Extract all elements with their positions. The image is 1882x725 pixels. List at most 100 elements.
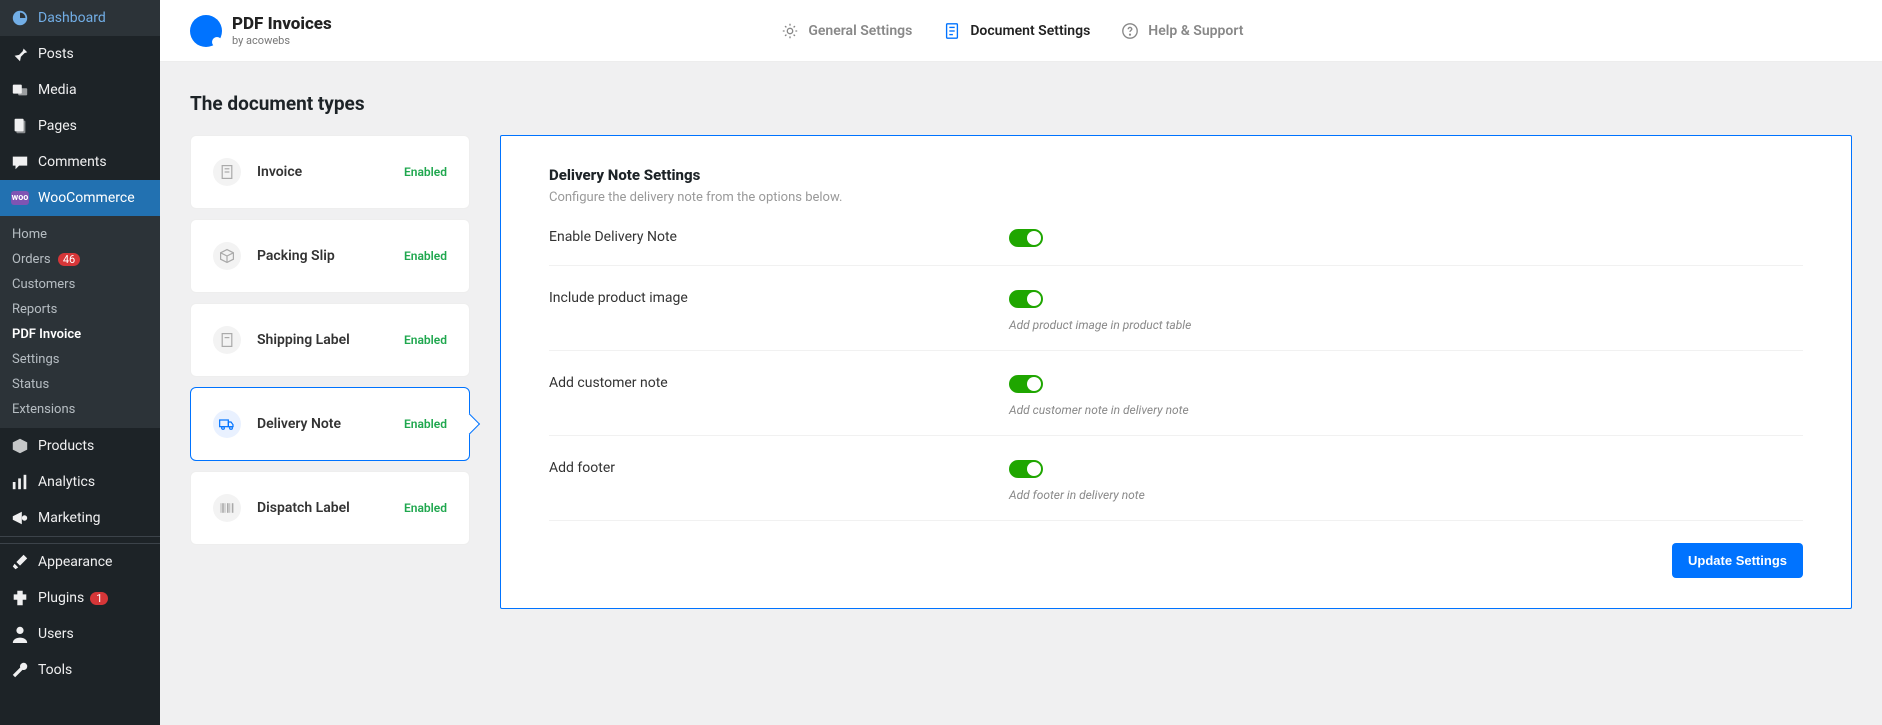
- submenu-item-home[interactable]: Home: [0, 222, 160, 247]
- sidebar-item-media[interactable]: Media: [0, 72, 160, 108]
- media-icon: [10, 80, 30, 100]
- sidebar-item-users[interactable]: Users: [0, 616, 160, 652]
- user-icon: [10, 624, 30, 644]
- dashboard-icon: [10, 8, 30, 28]
- brand: PDF Invoices by acowebs: [190, 14, 332, 47]
- brand-text: PDF Invoices by acowebs: [232, 14, 332, 47]
- sidebar-item-woocommerce[interactable]: woo WooCommerce: [0, 180, 160, 216]
- content: The document types Invoice Enabled Packi…: [160, 62, 1882, 639]
- submenu-item-orders[interactable]: Orders 46: [0, 247, 160, 272]
- gear-icon: [780, 21, 800, 41]
- doctype-list: Invoice Enabled Packing Slip Enabled Shi…: [190, 135, 470, 609]
- submenu-item-settings[interactable]: Settings: [0, 347, 160, 372]
- sidebar-item-analytics[interactable]: Analytics: [0, 464, 160, 500]
- doctype-status: Enabled: [404, 249, 447, 263]
- toggle-add-customer-note[interactable]: [1009, 375, 1043, 393]
- sidebar-item-posts[interactable]: Posts: [0, 36, 160, 72]
- setting-helper: Add product image in product table: [1009, 318, 1191, 332]
- help-icon: [1120, 21, 1140, 41]
- toggle-add-footer[interactable]: [1009, 460, 1043, 478]
- setting-control: Add customer note in delivery note: [1009, 375, 1189, 417]
- comments-icon: [10, 152, 30, 172]
- woocommerce-submenu: Home Orders 46 Customers Reports PDF Inv…: [0, 216, 160, 428]
- sidebar-item-label: WooCommerce: [38, 190, 135, 206]
- panel-title: Delivery Note Settings: [549, 166, 1803, 184]
- label-icon: [213, 326, 241, 354]
- setting-row-footer: Add footer Add footer in delivery note: [549, 436, 1803, 521]
- plugin-icon: [10, 588, 30, 608]
- setting-helper: Add footer in delivery note: [1009, 488, 1145, 502]
- toggle-enable-delivery-note[interactable]: [1009, 229, 1043, 247]
- analytics-icon: [10, 472, 30, 492]
- topbar: PDF Invoices by acowebs General Settings…: [160, 0, 1882, 62]
- submenu-item-reports[interactable]: Reports: [0, 297, 160, 322]
- sidebar-item-label: Pages: [38, 118, 77, 134]
- setting-row-enable: Enable Delivery Note: [549, 205, 1803, 266]
- submenu-item-pdf-invoice[interactable]: PDF Invoice: [0, 322, 160, 347]
- doctype-name: Packing Slip: [257, 248, 388, 264]
- setting-helper: Add customer note in delivery note: [1009, 403, 1189, 417]
- truck-icon: [213, 410, 241, 438]
- brand-title: PDF Invoices: [232, 14, 332, 34]
- tab-general-settings[interactable]: General Settings: [780, 21, 912, 41]
- setting-label: Add footer: [549, 460, 1009, 476]
- doctype-status: Enabled: [404, 165, 447, 179]
- pages-icon: [10, 116, 30, 136]
- submenu-item-extensions[interactable]: Extensions: [0, 397, 160, 422]
- sidebar-item-label: Products: [38, 438, 94, 454]
- setting-label: Include product image: [549, 290, 1009, 306]
- sidebar-item-label: Posts: [38, 46, 74, 62]
- sidebar-item-label: Comments: [38, 154, 107, 170]
- tab-label: General Settings: [808, 23, 912, 39]
- panel-description: Configure the delivery note from the opt…: [549, 190, 1803, 205]
- doctype-name: Delivery Note: [257, 416, 388, 432]
- barcode-icon: [213, 494, 241, 522]
- sidebar-item-label: Tools: [38, 662, 72, 678]
- plugins-badge: 1: [90, 592, 108, 605]
- toggle-include-product-image[interactable]: [1009, 290, 1043, 308]
- doctype-card-delivery-note[interactable]: Delivery Note Enabled: [190, 387, 470, 461]
- sidebar-item-comments[interactable]: Comments: [0, 144, 160, 180]
- doctype-name: Dispatch Label: [257, 500, 388, 516]
- sidebar-item-plugins[interactable]: Plugins 1: [0, 580, 160, 616]
- sidebar-item-products[interactable]: Products: [0, 428, 160, 464]
- tab-help-support[interactable]: Help & Support: [1120, 21, 1243, 41]
- setting-row-product-image: Include product image Add product image …: [549, 266, 1803, 351]
- doctype-card-invoice[interactable]: Invoice Enabled: [190, 135, 470, 209]
- setting-label: Add customer note: [549, 375, 1009, 391]
- sidebar-item-appearance[interactable]: Appearance: [0, 544, 160, 580]
- submenu-item-status[interactable]: Status: [0, 372, 160, 397]
- settings-panel: Delivery Note Settings Configure the del…: [500, 135, 1852, 609]
- page-heading: The document types: [190, 92, 1852, 115]
- woocommerce-icon: woo: [10, 188, 30, 208]
- wrench-icon: [10, 660, 30, 680]
- sidebar-item-marketing[interactable]: Marketing: [0, 500, 160, 536]
- doctype-status: Enabled: [404, 501, 447, 515]
- sidebar-item-label: Marketing: [38, 510, 101, 526]
- sidebar-item-label: Dashboard: [38, 10, 106, 26]
- top-tabs: General Settings Document Settings Help …: [780, 21, 1243, 41]
- products-icon: [10, 436, 30, 456]
- sidebar-item-pages[interactable]: Pages: [0, 108, 160, 144]
- doctype-card-shipping-label[interactable]: Shipping Label Enabled: [190, 303, 470, 377]
- brand-subtitle: by acowebs: [232, 34, 332, 47]
- layout: Invoice Enabled Packing Slip Enabled Shi…: [190, 135, 1852, 609]
- doctype-card-dispatch-label[interactable]: Dispatch Label Enabled: [190, 471, 470, 545]
- tab-document-settings[interactable]: Document Settings: [942, 21, 1090, 41]
- sidebar-item-label: Media: [38, 82, 77, 98]
- update-settings-button[interactable]: Update Settings: [1672, 543, 1803, 578]
- setting-control: Add footer in delivery note: [1009, 460, 1145, 502]
- doctype-card-packing-slip[interactable]: Packing Slip Enabled: [190, 219, 470, 293]
- orders-badge: 46: [58, 253, 80, 266]
- setting-control: Add product image in product table: [1009, 290, 1191, 332]
- sidebar-item-label: Appearance: [38, 554, 112, 570]
- sidebar-item-tools[interactable]: Tools: [0, 652, 160, 688]
- setting-row-customer-note: Add customer note Add customer note in d…: [549, 351, 1803, 436]
- wp-admin-sidebar: Dashboard Posts Media Pages Comments woo…: [0, 0, 160, 725]
- sidebar-item-dashboard[interactable]: Dashboard: [0, 0, 160, 36]
- brand-logo-icon: [190, 15, 222, 47]
- brush-icon: [10, 552, 30, 572]
- panel-actions: Update Settings: [549, 543, 1803, 578]
- megaphone-icon: [10, 508, 30, 528]
- submenu-item-customers[interactable]: Customers: [0, 272, 160, 297]
